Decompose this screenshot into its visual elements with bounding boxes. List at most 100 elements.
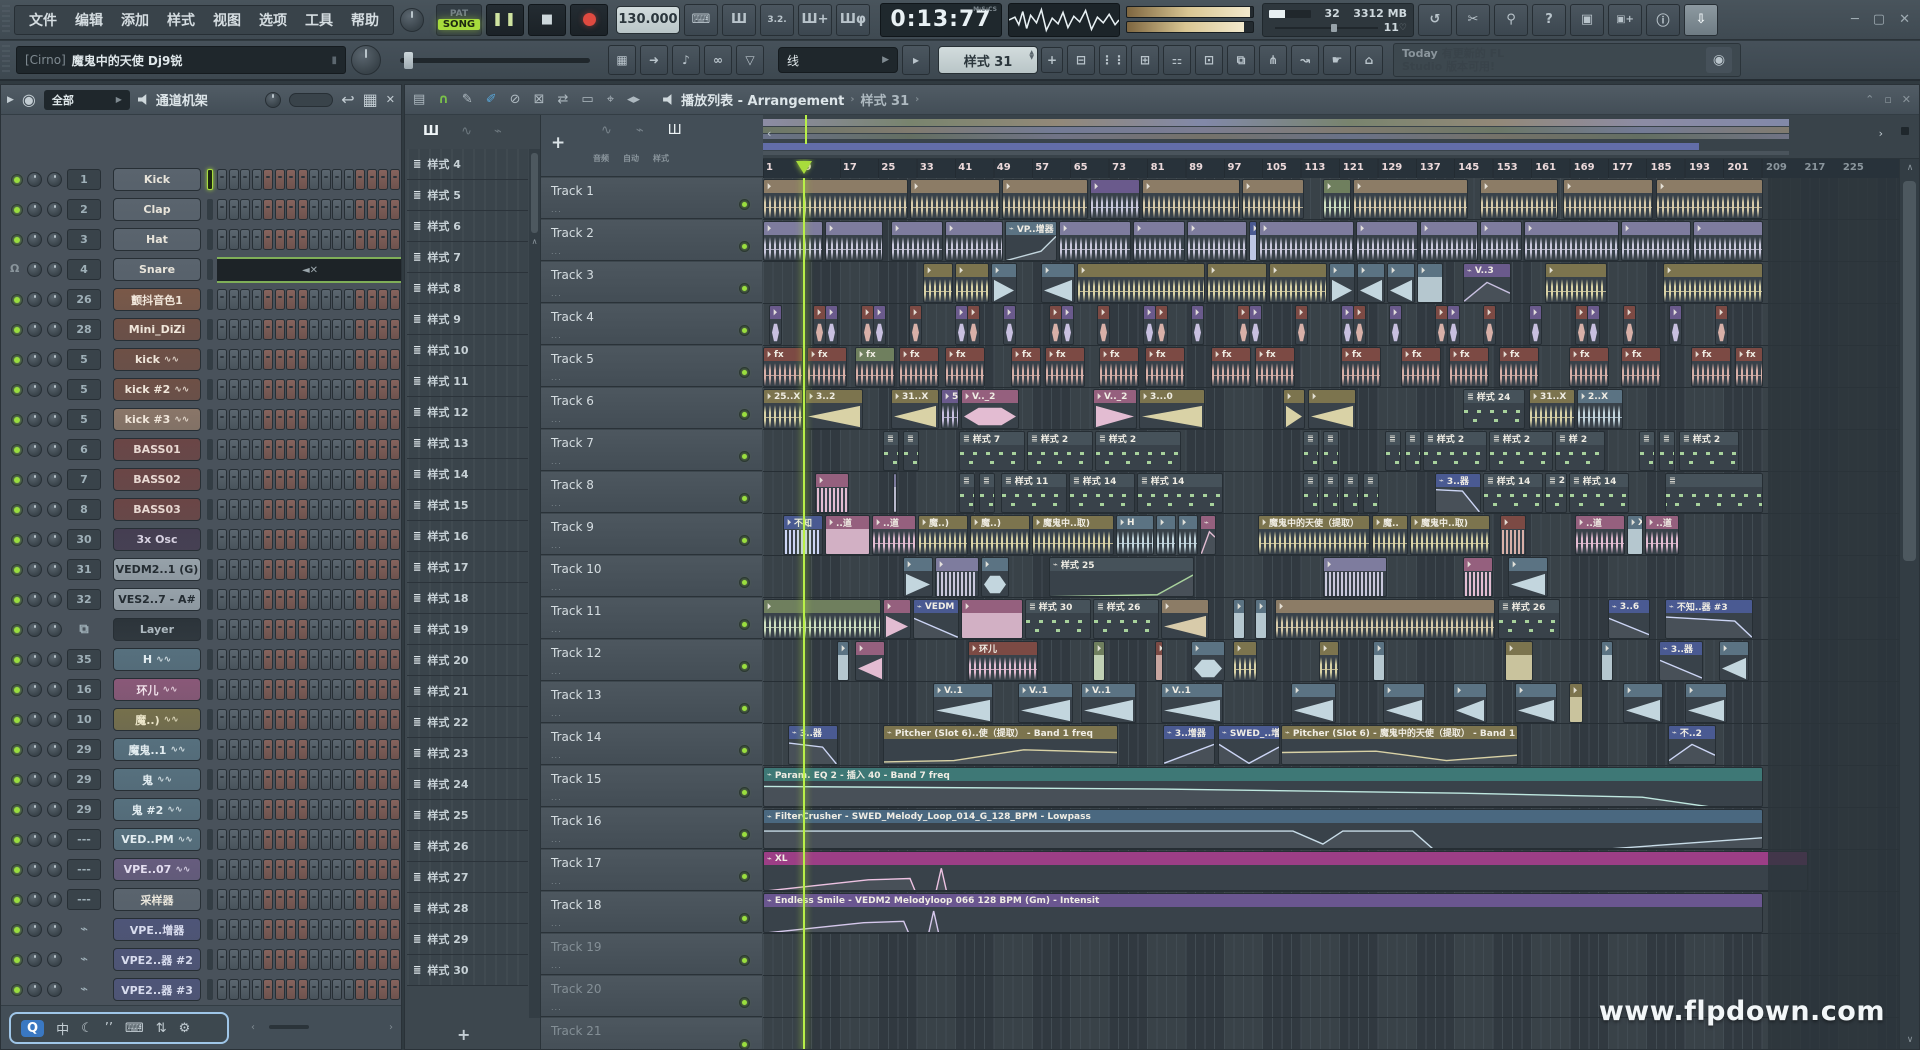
step-button[interactable] [367,919,377,940]
clip-魔..)[interactable]: ⏵魔..) [918,515,968,555]
clip-V..1[interactable]: ⏵V..1 [1018,683,1073,723]
channel-led[interactable] [11,864,23,876]
track-header-Track 11[interactable]: Track 11... [541,598,762,639]
clip-header[interactable]: ≣ [1660,432,1674,445]
clip-header[interactable]: ⌁SWED_..增器 [1219,726,1279,739]
clip[interactable]: ⏵ [1383,683,1425,723]
channel-button-VPE2..器 #3[interactable]: VPE2..器 #3 [113,978,201,1001]
clip-header[interactable]: ⏵fx [900,348,938,361]
menu-item-文件[interactable]: 文件 [29,10,57,30]
clip[interactable]: ⏵ [1233,599,1245,639]
step-button[interactable] [378,529,388,550]
clip-header[interactable]: ⏵X [1628,516,1642,529]
clip[interactable]: ⏵ [1155,305,1168,345]
step-button[interactable] [355,379,365,400]
step-button[interactable] [309,889,319,910]
pattern-item-样式 15[interactable]: ≣样式 15 [407,490,528,521]
clip-样式 24[interactable]: ≣样式 24 [1463,389,1525,429]
toolbar-grip-2[interactable] [2,45,10,75]
toolbar-grip[interactable] [2,5,10,35]
channel-number[interactable]: --- [67,889,101,910]
step-button[interactable] [298,169,308,190]
step-button[interactable] [298,769,308,790]
step-button[interactable] [390,769,400,790]
clip[interactable]: ⏵ [1003,305,1016,345]
clip[interactable]: ⏵ [1505,641,1533,681]
step-button[interactable] [378,439,388,460]
clip-header[interactable]: ⏵ [1501,516,1525,529]
step-button[interactable] [286,199,296,220]
slide-note-icon[interactable]: ♪ [672,45,700,75]
clip-header[interactable]: ⏵ [911,180,999,193]
clip-样式 25[interactable]: ⌁样式 25 [1049,557,1194,597]
clip-header[interactable]: ⏵ [1657,180,1762,193]
clip-header[interactable]: ≣ [1324,432,1338,445]
update-notice[interactable]: Today有更新的 FLStudio 版本可用! ◉ [1393,43,1741,77]
playlist-close-icon[interactable]: ✕ [1902,93,1911,106]
step-button[interactable] [390,679,400,700]
step-button[interactable] [344,649,354,670]
clip-header[interactable]: ⏵ [1720,642,1748,655]
link-icon[interactable]: ∞ [704,45,732,75]
pattern-selector[interactable]: 样式 31 ▲▼ [938,46,1038,74]
clip-魔鬼中..取)[interactable]: ⏵魔鬼中..取) [1032,515,1114,555]
clip-样式 2[interactable]: ≣样式 2 [1489,431,1553,471]
channel-selector[interactable] [207,409,213,430]
step-button[interactable] [332,349,342,370]
clip-header[interactable]: ⏵ [1525,222,1618,235]
clip[interactable]: ⏵ [991,263,1017,303]
clip[interactable]: ⏵ [1097,305,1110,345]
step-button[interactable] [309,199,319,220]
step-button[interactable] [286,889,296,910]
clip-header[interactable]: ≣样式 2 [1028,432,1092,445]
step-button[interactable] [321,979,331,1000]
pattern-item-样式 26[interactable]: ≣样式 26 [407,831,528,862]
pan-knob[interactable] [27,292,42,307]
channel-led[interactable] [11,924,23,936]
channel-selector[interactable] [207,379,213,400]
arrangement-preview-strip[interactable]: ‹ › [763,115,1919,159]
clip-header[interactable]: ⏵ [1270,264,1326,277]
timeline-ruler[interactable]: 1917253341495765738189971051131211291371… [763,159,1919,178]
channel-button-鬼 #2[interactable]: 鬼 #2∿∿ [113,798,201,821]
clip-header[interactable]: ≣ [1364,474,1378,487]
clip-V.._2[interactable]: ⏵V.._2 [961,389,1019,429]
volume-knob[interactable] [47,172,62,187]
clip-魔鬼中..取)[interactable]: ⏵魔鬼中..取) [1410,515,1490,555]
clip[interactable]: ⏵ [1295,305,1308,345]
volume-knob[interactable] [47,682,62,697]
channel-number[interactable]: 29 [67,799,101,820]
pattern-item-样式 29[interactable]: ≣样式 29 [407,924,528,955]
time-display[interactable]: 0:13:77 M:S:CS [880,3,1002,37]
paint-tool-icon[interactable]: ✐ [486,92,497,107]
clip-header[interactable]: ⏵ [968,306,979,319]
step-button[interactable] [240,319,250,340]
step-button[interactable] [286,859,296,880]
step-button[interactable] [229,769,239,790]
step-button[interactable] [344,859,354,880]
clip[interactable]: ⏵ [981,557,1009,597]
clip-Pitcher (Slot 6)..使（提取） - Band 1 freq[interactable]: ⌁Pitcher (Slot 6)..使（提取） - Band 1 freq [883,725,1118,765]
track-header-Track 6[interactable]: Track 6... [541,388,762,429]
clip[interactable]: ⏵ [1242,179,1304,219]
clip-header[interactable]: ⏵ [1162,600,1208,613]
track-options[interactable]: ... [551,415,562,424]
step-button[interactable] [309,169,319,190]
track-lane-Track 5[interactable]: ⏵fx⏵fx⏵fx⏵fx⏵fx⏵fx⏵fx⏵fx⏵fx⏵fx⏵fx⏵fx⏵fx⏵… [763,346,1899,388]
clip-header[interactable]: ⏵ [956,264,988,277]
step-button[interactable] [321,379,331,400]
track-header-Track 8[interactable]: Track 8... [541,472,762,513]
pattern-menu-icon[interactable]: ⊟ [1067,45,1095,75]
channel-selector[interactable] [207,259,213,280]
step-button[interactable] [217,859,227,880]
project-title-field[interactable]: [Cirno] 魔鬼中的天使 Dj9锐 ▮ [16,46,346,74]
step-button[interactable] [321,829,331,850]
clip-fx[interactable]: ⏵fx [1499,347,1539,387]
clip-header[interactable]: ⏵ [764,600,880,613]
step-button[interactable] [229,799,239,820]
step-button[interactable] [217,199,227,220]
channel-button-Snare[interactable]: Snare [113,258,201,281]
step-button[interactable] [275,229,285,250]
rack-swap-icon[interactable]: ◉ [22,90,36,109]
clip[interactable]: ⏵ [873,305,886,345]
